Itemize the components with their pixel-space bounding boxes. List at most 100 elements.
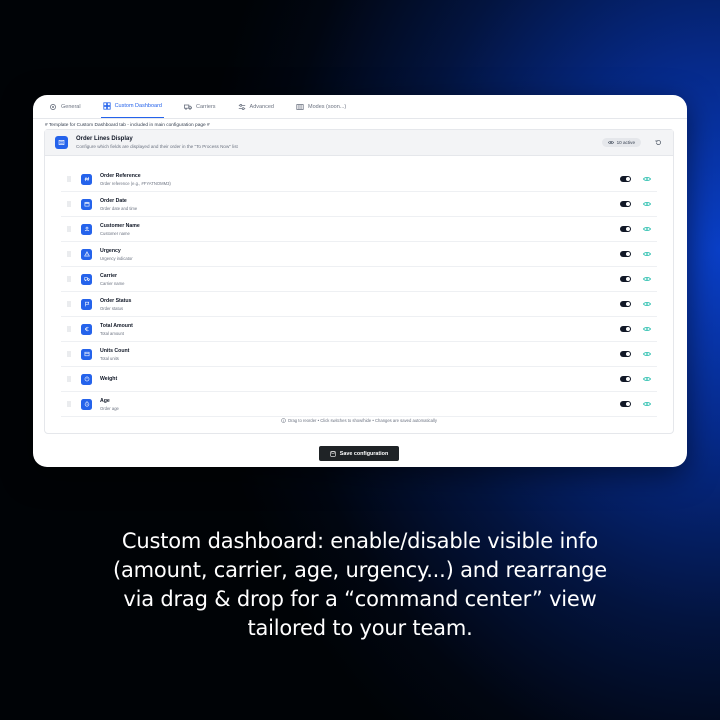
sliders-icon — [238, 103, 245, 110]
visibility-toggle[interactable] — [620, 176, 631, 182]
field-row[interactable]: Age Order age — [61, 392, 657, 417]
field-row[interactable]: Order Reference Order reference (e.g., #F… — [61, 167, 657, 192]
help-note: Drag to reorder • Click switches to show… — [45, 418, 673, 423]
caption-line: via drag & drop for a “command center” v… — [123, 587, 597, 611]
panel-subtitle: Configure which fields are displayed and… — [76, 143, 238, 149]
euro-icon — [81, 323, 92, 335]
field-subtitle: Carrier name — [100, 280, 125, 286]
eye-icon[interactable] — [643, 276, 651, 282]
eye-icon[interactable] — [643, 201, 651, 207]
drag-handle-icon[interactable] — [67, 226, 73, 232]
tab-general[interactable]: General — [47, 95, 83, 118]
warning-icon — [81, 248, 92, 260]
drag-handle-icon[interactable] — [67, 201, 73, 207]
drag-handle-icon[interactable] — [67, 351, 73, 357]
drag-handle-icon[interactable] — [67, 276, 73, 282]
list-icon — [55, 136, 68, 149]
visibility-toggle[interactable] — [620, 351, 631, 357]
drag-handle-icon[interactable] — [67, 301, 73, 307]
clock-icon — [81, 398, 92, 410]
field-row[interactable]: Units Count Total units — [61, 342, 657, 367]
truck-icon — [81, 273, 92, 285]
tab-label: Custom Dashboard — [114, 103, 162, 109]
flag-icon — [81, 298, 92, 310]
tab-modes[interactable]: Modes (soon...) — [294, 95, 348, 118]
caption-line: Custom dashboard: enable/disable visible… — [121, 529, 599, 553]
field-row[interactable]: Carrier Carrier name — [61, 267, 657, 292]
field-title: Weight — [100, 376, 118, 382]
gear-icon — [50, 103, 56, 110]
eye-icon[interactable] — [643, 226, 651, 232]
field-subtitle: Order reference (e.g., #FYATNOMM3) — [100, 180, 171, 186]
field-title: Urgency — [100, 247, 121, 254]
field-subtitle: Order age — [100, 405, 119, 411]
eye-icon[interactable] — [643, 326, 651, 332]
field-row[interactable]: Order Status Order status — [61, 292, 657, 317]
eye-icon[interactable] — [643, 401, 651, 407]
field-title: Order Status — [100, 297, 132, 304]
user-icon — [81, 223, 92, 235]
caption-line: (amount, carrier, age, urgency...) and r… — [113, 558, 607, 582]
tab-label: Carriers — [195, 103, 216, 110]
dashboard-icon — [102, 102, 111, 110]
visibility-toggle[interactable] — [620, 326, 631, 332]
eye-icon[interactable] — [643, 301, 651, 307]
visibility-toggle[interactable] — [620, 226, 631, 232]
weight-icon — [81, 373, 92, 385]
reset-icon — [655, 140, 661, 145]
tab-label: General — [61, 103, 81, 110]
field-row[interactable]: Weight — [61, 367, 657, 392]
field-subtitle: Order status — [100, 305, 124, 311]
drag-handle-icon[interactable] — [67, 376, 73, 382]
save-configuration-button[interactable]: Save configuration — [319, 446, 399, 461]
drag-handle-icon[interactable] — [67, 326, 73, 332]
field-subtitle: Order date and time — [100, 205, 138, 211]
order-lines-panel: Order Lines Display Configure which fiel… — [44, 129, 674, 434]
calendar-icon — [81, 198, 92, 210]
box-icon — [81, 348, 92, 360]
field-subtitle: Total amount — [100, 330, 124, 336]
template-note: # Template for Custom Dashboard tab - in… — [45, 123, 210, 128]
field-subtitle: Customer name — [100, 230, 130, 236]
reset-button[interactable] — [653, 138, 663, 148]
info-icon — [281, 418, 286, 423]
drag-handle-icon[interactable] — [67, 176, 73, 182]
eye-icon[interactable] — [643, 376, 651, 382]
save-icon — [330, 450, 336, 457]
field-row[interactable]: Customer Name Customer name — [61, 217, 657, 242]
caption-line: tailored to your team. — [247, 616, 473, 640]
eye-icon — [607, 141, 614, 144]
tab-custom-dashboard[interactable]: Custom Dashboard — [100, 95, 164, 118]
visibility-toggle[interactable] — [620, 401, 631, 407]
eye-icon[interactable] — [643, 251, 651, 257]
field-title: Total Amount — [100, 322, 133, 329]
help-text: Drag to reorder • Click switches to show… — [288, 418, 437, 423]
hash-icon — [81, 173, 92, 185]
truck-icon — [183, 104, 192, 110]
visibility-toggle[interactable] — [620, 301, 631, 307]
field-title: Order Reference — [100, 172, 141, 179]
eye-icon[interactable] — [643, 351, 651, 357]
tab-label: Advanced — [249, 103, 274, 110]
panel-header: Order Lines Display Configure which fiel… — [45, 130, 673, 156]
grid-icon — [296, 103, 304, 110]
tab-advanced[interactable]: Advanced — [236, 95, 276, 118]
field-row[interactable]: Urgency Urgency indicator — [61, 242, 657, 267]
tab-carriers[interactable]: Carriers — [182, 95, 218, 118]
visibility-toggle[interactable] — [620, 201, 631, 207]
marketing-caption: Custom dashboard: enable/disable visible… — [80, 527, 640, 643]
save-label: Save configuration — [339, 450, 389, 457]
drag-handle-icon[interactable] — [67, 251, 73, 257]
active-count: 10 active — [616, 140, 635, 145]
field-row[interactable]: Order Date Order date and time — [61, 192, 657, 217]
visibility-toggle[interactable] — [620, 376, 631, 382]
tab-bar: General Custom Dashboard Carriers Advanc… — [33, 95, 687, 119]
drag-handle-icon[interactable] — [67, 401, 73, 407]
eye-icon[interactable] — [643, 176, 651, 182]
field-title: Age — [100, 397, 110, 404]
field-row[interactable]: Total Amount Total amount — [61, 317, 657, 342]
visibility-toggle[interactable] — [620, 251, 631, 257]
field-subtitle: Urgency indicator — [100, 255, 133, 261]
visibility-toggle[interactable] — [620, 276, 631, 282]
tab-label: Modes (soon...) — [308, 103, 347, 110]
